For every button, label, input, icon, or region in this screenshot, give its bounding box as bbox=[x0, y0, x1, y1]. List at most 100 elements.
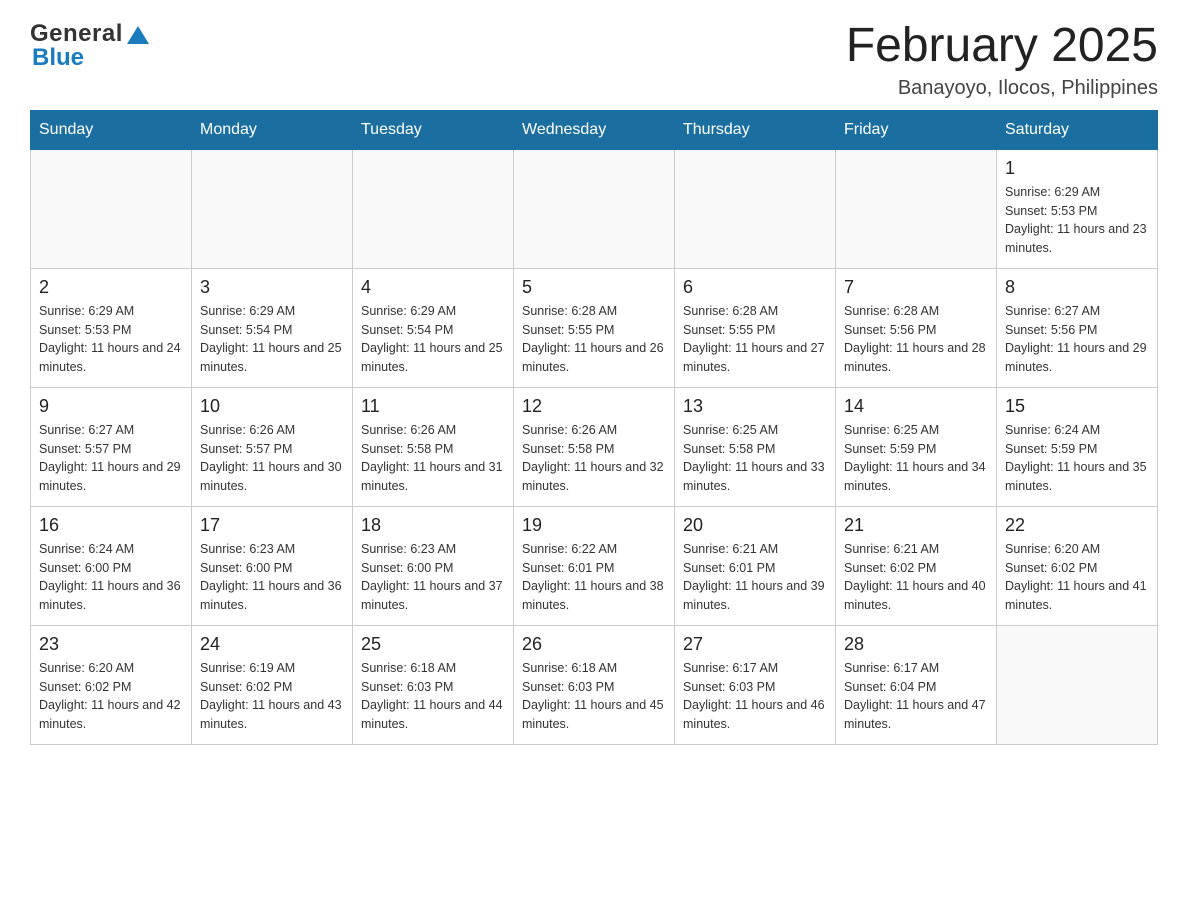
calendar-day-cell: 6 Sunrise: 6:28 AMSunset: 5:55 PMDaylight… bbox=[675, 268, 836, 387]
calendar-day-cell: 20 Sunrise: 6:21 AMSunset: 6:01 PMDayligh… bbox=[675, 506, 836, 625]
weekday-header: Wednesday bbox=[514, 110, 675, 149]
weekday-header: Tuesday bbox=[353, 110, 514, 149]
weekday-header: Thursday bbox=[675, 110, 836, 149]
day-info: Sunrise: 6:26 AMSunset: 5:58 PMDaylight:… bbox=[522, 421, 666, 496]
calendar-day-cell: 13 Sunrise: 6:25 AMSunset: 5:58 PMDayligh… bbox=[675, 387, 836, 506]
day-info: Sunrise: 6:21 AMSunset: 6:01 PMDaylight:… bbox=[683, 540, 827, 615]
calendar-table: SundayMondayTuesdayWednesdayThursdayFrid… bbox=[30, 110, 1158, 745]
calendar-day-cell bbox=[353, 149, 514, 268]
day-number: 10 bbox=[200, 396, 344, 417]
day-number: 9 bbox=[39, 396, 183, 417]
day-info: Sunrise: 6:17 AMSunset: 6:04 PMDaylight:… bbox=[844, 659, 988, 734]
calendar-day-cell bbox=[31, 149, 192, 268]
day-number: 7 bbox=[844, 277, 988, 298]
day-number: 11 bbox=[361, 396, 505, 417]
calendar-week-row: 1Sunrise: 6:29 AMSunset: 5:53 PMDaylight… bbox=[31, 149, 1158, 268]
calendar-day-cell: 28Sunrise: 6:17 AMSunset: 6:04 PMDayligh… bbox=[836, 625, 997, 744]
day-info: Sunrise: 6:29 AMSunset: 5:54 PMDaylight:… bbox=[200, 302, 344, 377]
calendar-title: February 2025 bbox=[846, 20, 1158, 73]
day-number: 13 bbox=[683, 396, 827, 417]
calendar-day-cell: 10 Sunrise: 6:26 AMSunset: 5:57 PMDayligh… bbox=[192, 387, 353, 506]
day-info: Sunrise: 6:17 AMSunset: 6:03 PMDaylight:… bbox=[683, 659, 827, 734]
day-info: Sunrise: 6:28 AMSunset: 5:55 PMDaylight:… bbox=[522, 302, 666, 377]
calendar-subtitle: Banayoyo, Ilocos, Philippines bbox=[846, 77, 1158, 100]
day-number: 6 bbox=[683, 277, 827, 298]
calendar-day-cell: 7 Sunrise: 6:28 AMSunset: 5:56 PMDaylight… bbox=[836, 268, 997, 387]
day-info: Sunrise: 6:29 AMSunset: 5:54 PMDaylight:… bbox=[361, 302, 505, 377]
day-info: Sunrise: 6:23 AMSunset: 6:00 PMDaylight:… bbox=[361, 540, 505, 615]
day-info: Sunrise: 6:26 AMSunset: 5:57 PMDaylight:… bbox=[200, 421, 344, 496]
day-number: 3 bbox=[200, 277, 344, 298]
weekday-header: Saturday bbox=[997, 110, 1158, 149]
calendar-day-cell: 11Sunrise: 6:26 AMSunset: 5:58 PMDayligh… bbox=[353, 387, 514, 506]
calendar-day-cell bbox=[514, 149, 675, 268]
weekday-header: Sunday bbox=[31, 110, 192, 149]
day-number: 21 bbox=[844, 515, 988, 536]
day-number: 2 bbox=[39, 277, 183, 298]
calendar-week-row: 23 Sunrise: 6:20 AMSunset: 6:02 PMDayligh… bbox=[31, 625, 1158, 744]
calendar-day-cell: 12 Sunrise: 6:26 AMSunset: 5:58 PMDayligh… bbox=[514, 387, 675, 506]
day-info: Sunrise: 6:25 AMSunset: 5:59 PMDaylight:… bbox=[844, 421, 988, 496]
day-number: 15 bbox=[1005, 396, 1149, 417]
day-info: Sunrise: 6:18 AMSunset: 6:03 PMDaylight:… bbox=[361, 659, 505, 734]
calendar-week-row: 2 Sunrise: 6:29 AMSunset: 5:53 PMDaylight… bbox=[31, 268, 1158, 387]
day-info: Sunrise: 6:24 AMSunset: 5:59 PMDaylight:… bbox=[1005, 421, 1149, 496]
day-number: 25 bbox=[361, 634, 505, 655]
logo-blue-text: Blue bbox=[32, 44, 84, 72]
day-number: 27 bbox=[683, 634, 827, 655]
day-number: 26 bbox=[522, 634, 666, 655]
calendar-day-cell: 2 Sunrise: 6:29 AMSunset: 5:53 PMDaylight… bbox=[31, 268, 192, 387]
calendar-day-cell: 1Sunrise: 6:29 AMSunset: 5:53 PMDaylight… bbox=[997, 149, 1158, 268]
day-info: Sunrise: 6:25 AMSunset: 5:58 PMDaylight:… bbox=[683, 421, 827, 496]
day-info: Sunrise: 6:23 AMSunset: 6:00 PMDaylight:… bbox=[200, 540, 344, 615]
calendar-day-cell: 14 Sunrise: 6:25 AMSunset: 5:59 PMDayligh… bbox=[836, 387, 997, 506]
day-info: Sunrise: 6:27 AMSunset: 5:56 PMDaylight:… bbox=[1005, 302, 1149, 377]
calendar-day-cell: 24 Sunrise: 6:19 AMSunset: 6:02 PMDayligh… bbox=[192, 625, 353, 744]
day-info: Sunrise: 6:24 AMSunset: 6:00 PMDaylight:… bbox=[39, 540, 183, 615]
day-number: 5 bbox=[522, 277, 666, 298]
page-header: General Blue February 2025 Banayoyo, Ilo… bbox=[30, 20, 1158, 100]
day-number: 16 bbox=[39, 515, 183, 536]
calendar-day-cell: 19Sunrise: 6:22 AMSunset: 6:01 PMDayligh… bbox=[514, 506, 675, 625]
day-number: 24 bbox=[200, 634, 344, 655]
day-number: 4 bbox=[361, 277, 505, 298]
day-number: 20 bbox=[683, 515, 827, 536]
calendar-day-cell: 26 Sunrise: 6:18 AMSunset: 6:03 PMDayligh… bbox=[514, 625, 675, 744]
calendar-day-cell bbox=[836, 149, 997, 268]
title-area: February 2025 Banayoyo, Ilocos, Philippi… bbox=[846, 20, 1158, 100]
calendar-day-cell: 4 Sunrise: 6:29 AMSunset: 5:54 PMDaylight… bbox=[353, 268, 514, 387]
day-info: Sunrise: 6:28 AMSunset: 5:56 PMDaylight:… bbox=[844, 302, 988, 377]
day-info: Sunrise: 6:20 AMSunset: 6:02 PMDaylight:… bbox=[39, 659, 183, 734]
calendar-day-cell: 22 Sunrise: 6:20 AMSunset: 6:02 PMDayligh… bbox=[997, 506, 1158, 625]
day-number: 14 bbox=[844, 396, 988, 417]
day-number: 18 bbox=[361, 515, 505, 536]
weekday-header: Friday bbox=[836, 110, 997, 149]
calendar-day-cell: 18 Sunrise: 6:23 AMSunset: 6:00 PMDayligh… bbox=[353, 506, 514, 625]
day-info: Sunrise: 6:29 AMSunset: 5:53 PMDaylight:… bbox=[1005, 183, 1149, 258]
day-number: 8 bbox=[1005, 277, 1149, 298]
day-info: Sunrise: 6:18 AMSunset: 6:03 PMDaylight:… bbox=[522, 659, 666, 734]
logo: General Blue bbox=[30, 20, 151, 72]
calendar-day-cell bbox=[997, 625, 1158, 744]
calendar-day-cell: 23 Sunrise: 6:20 AMSunset: 6:02 PMDayligh… bbox=[31, 625, 192, 744]
weekday-header: Monday bbox=[192, 110, 353, 149]
day-info: Sunrise: 6:19 AMSunset: 6:02 PMDaylight:… bbox=[200, 659, 344, 734]
calendar-day-cell: 21Sunrise: 6:21 AMSunset: 6:02 PMDayligh… bbox=[836, 506, 997, 625]
calendar-week-row: 9Sunrise: 6:27 AMSunset: 5:57 PMDaylight… bbox=[31, 387, 1158, 506]
day-number: 22 bbox=[1005, 515, 1149, 536]
day-number: 23 bbox=[39, 634, 183, 655]
day-number: 12 bbox=[522, 396, 666, 417]
day-info: Sunrise: 6:28 AMSunset: 5:55 PMDaylight:… bbox=[683, 302, 827, 377]
day-info: Sunrise: 6:20 AMSunset: 6:02 PMDaylight:… bbox=[1005, 540, 1149, 615]
calendar-day-cell bbox=[192, 149, 353, 268]
calendar-day-cell bbox=[675, 149, 836, 268]
day-info: Sunrise: 6:29 AMSunset: 5:53 PMDaylight:… bbox=[39, 302, 183, 377]
weekday-header-row: SundayMondayTuesdayWednesdayThursdayFrid… bbox=[31, 110, 1158, 149]
calendar-week-row: 16 Sunrise: 6:24 AMSunset: 6:00 PMDayligh… bbox=[31, 506, 1158, 625]
calendar-day-cell: 5 Sunrise: 6:28 AMSunset: 5:55 PMDaylight… bbox=[514, 268, 675, 387]
calendar-day-cell: 16 Sunrise: 6:24 AMSunset: 6:00 PMDayligh… bbox=[31, 506, 192, 625]
calendar-day-cell: 9Sunrise: 6:27 AMSunset: 5:57 PMDaylight… bbox=[31, 387, 192, 506]
calendar-day-cell: 27 Sunrise: 6:17 AMSunset: 6:03 PMDayligh… bbox=[675, 625, 836, 744]
calendar-day-cell: 8 Sunrise: 6:27 AMSunset: 5:56 PMDaylight… bbox=[997, 268, 1158, 387]
day-number: 17 bbox=[200, 515, 344, 536]
